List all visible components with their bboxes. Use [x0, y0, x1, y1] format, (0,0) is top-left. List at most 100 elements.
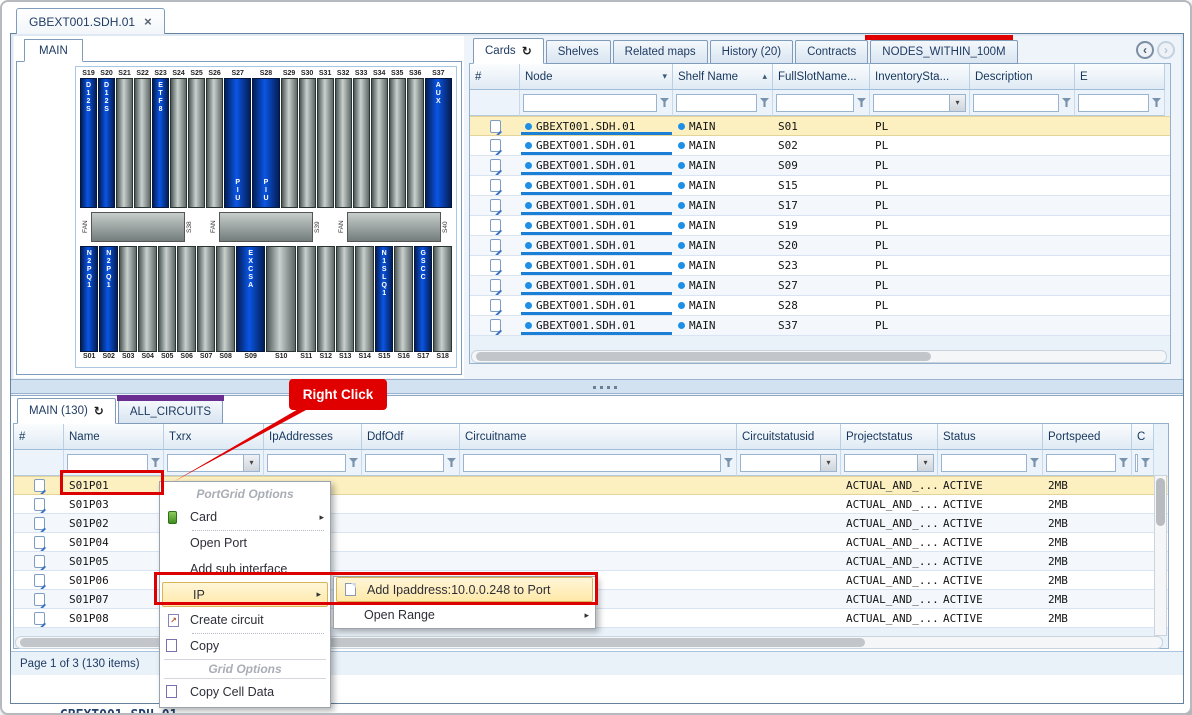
menu-item-card[interactable]: Card ▸ [160, 504, 330, 531]
cards-grid-row[interactable]: GBEXT001.SDH.01 MAIN S19 PL [470, 216, 1170, 236]
menu-item-add-sub-interface[interactable]: Add sub interface [160, 556, 330, 582]
cell-status[interactable]: ACTIVE [938, 609, 1043, 627]
cell-shelf-name[interactable]: MAIN [673, 176, 773, 195]
column-header-circuitname[interactable]: Circuitname [460, 424, 737, 450]
tab-nodes-within-100m[interactable]: NODES_WITHIN_100M [865, 35, 1018, 64]
cell-node[interactable]: GBEXT001.SDH.01 [520, 256, 673, 275]
cell-portspeed[interactable]: 2MB [1043, 495, 1132, 513]
cell-circuitstatusid[interactable] [737, 514, 841, 532]
edit-document-icon[interactable] [489, 179, 501, 192]
tab-main-shelf[interactable]: MAIN [24, 39, 83, 62]
cell-extra[interactable] [1132, 495, 1154, 513]
card-s07[interactable] [196, 246, 216, 352]
edit-document-icon[interactable] [33, 573, 45, 587]
cards-grid-row[interactable]: GBEXT001.SDH.01 MAIN S28 PL [470, 296, 1170, 316]
cell-circuitstatusid[interactable] [737, 495, 841, 513]
cell-name[interactable]: S01P02 [64, 514, 164, 532]
cell-circuitname[interactable] [460, 552, 737, 570]
card-s27[interactable]: P I U [224, 78, 252, 208]
column-header-txrx[interactable]: Txrx [164, 424, 264, 450]
card-s22[interactable] [134, 78, 152, 208]
cards-grid-row[interactable]: GBEXT001.SDH.01 MAIN S02 PL [470, 136, 1170, 156]
cell-projectstatus[interactable]: ACTUAL_AND_... [841, 590, 938, 608]
cell-node[interactable]: GBEXT001.SDH.01 [520, 156, 673, 175]
cell-ddfodf[interactable] [362, 495, 460, 513]
horizontal-splitter[interactable] [11, 379, 1183, 394]
cards-grid-row[interactable]: GBEXT001.SDH.01 MAIN S15 PL [470, 176, 1170, 196]
card-s20[interactable]: D 1 2 S [98, 78, 116, 208]
cell-description[interactable] [970, 216, 1075, 235]
cell-circuitname[interactable] [460, 533, 737, 551]
cell-ddfodf[interactable] [362, 552, 460, 570]
filter-input[interactable] [1078, 93, 1149, 112]
column-header-description[interactable]: Description [970, 64, 1075, 90]
cell-projectstatus[interactable]: ACTUAL_AND_... [841, 477, 938, 494]
cell-inventorystatus[interactable]: PL [870, 236, 970, 255]
cell-extrainfo[interactable] [1075, 236, 1165, 255]
filter-funnel-icon[interactable] [349, 458, 358, 467]
card-s05[interactable] [157, 246, 177, 352]
edit-document-icon[interactable] [489, 259, 501, 272]
edit-document-icon[interactable] [489, 199, 501, 212]
filter-input[interactable] [776, 93, 854, 112]
ports-grid-vscroll-thumb[interactable] [1156, 478, 1165, 526]
cell-description[interactable] [970, 316, 1075, 335]
ports-grid-hscroll-thumb[interactable] [20, 638, 865, 647]
cards-grid-hscroll-thumb[interactable] [476, 352, 931, 361]
cell-portspeed[interactable]: 2MB [1043, 571, 1132, 589]
filter-input[interactable] [365, 453, 444, 472]
cell-status[interactable]: ACTIVE [938, 552, 1043, 570]
cell-portspeed[interactable]: 2MB [1043, 514, 1132, 532]
refresh-icon[interactable]: ↻ [522, 45, 532, 57]
cell-description[interactable] [970, 176, 1075, 195]
edit-document-icon[interactable] [33, 497, 45, 511]
cell-extrainfo[interactable] [1075, 256, 1165, 275]
cards-grid-row[interactable]: GBEXT001.SDH.01 MAIN S17 PL [470, 196, 1170, 216]
cell-shelf-name[interactable]: MAIN [673, 196, 773, 215]
tab-main-130[interactable]: MAIN (130) ↻ [17, 398, 116, 424]
filter-funnel-icon[interactable] [1152, 98, 1161, 107]
cell-inventorystatus[interactable]: PL [870, 156, 970, 175]
cell-projectstatus[interactable]: ACTUAL_AND_... [841, 609, 938, 627]
cell-inventorystatus[interactable]: PL [870, 256, 970, 275]
filter-input[interactable] [941, 453, 1027, 472]
cards-grid-hscrollbar[interactable] [471, 350, 1167, 363]
cell-description[interactable] [970, 156, 1075, 175]
cell-projectstatus[interactable]: ACTUAL_AND_... [841, 533, 938, 551]
tab-history-20[interactable]: History (20) [709, 40, 794, 64]
cell-description[interactable] [970, 256, 1075, 275]
cell-ddfodf[interactable] [362, 477, 460, 494]
card-s11[interactable] [297, 246, 316, 352]
filter-dropdown[interactable]: ▾ [873, 93, 966, 112]
filter-funnel-icon[interactable] [1119, 458, 1128, 467]
column-header-circuitstatusid[interactable]: Circuitstatusid [737, 424, 841, 450]
cell-extrainfo[interactable] [1075, 196, 1165, 215]
cell-extra[interactable] [1132, 514, 1154, 532]
cell-description[interactable] [970, 236, 1075, 255]
card-s06[interactable] [177, 246, 196, 352]
card-s34[interactable] [370, 78, 388, 208]
cell-extra[interactable] [1132, 552, 1154, 570]
tab-shelves[interactable]: Shelves [545, 40, 611, 64]
edit-document-icon[interactable] [33, 535, 45, 549]
cell-node[interactable]: GBEXT001.SDH.01 [520, 136, 673, 155]
cell-status[interactable]: ACTIVE [938, 495, 1043, 513]
cell-inventorystatus[interactable]: PL [870, 117, 970, 135]
scroll-tabs-right-button[interactable]: › [1157, 41, 1175, 59]
cell-extra[interactable] [1132, 571, 1154, 589]
dropdown-arrow-icon[interactable]: ▾ [820, 454, 836, 471]
cell-extrainfo[interactable] [1075, 296, 1165, 315]
column-header-name[interactable]: Name [64, 424, 164, 450]
column-header-fullslotname[interactable]: FullSlotName... [773, 64, 870, 90]
cell-description[interactable] [970, 196, 1075, 215]
cell-circuitstatusid[interactable] [737, 590, 841, 608]
cell-extra[interactable] [1132, 609, 1154, 627]
card-s10[interactable] [266, 246, 297, 352]
menu-item-create-circuit[interactable]: ↗ Create circuit [160, 607, 330, 634]
filter-funnel-icon[interactable] [660, 98, 669, 107]
card-s36[interactable] [406, 78, 424, 208]
cell-node[interactable]: GBEXT001.SDH.01 [520, 316, 673, 335]
dropdown-arrow-icon[interactable]: ▾ [949, 94, 965, 111]
column-header-projectstatus[interactable]: Projectstatus [841, 424, 938, 450]
card-s02[interactable]: N 2 P Q 1 [99, 246, 118, 352]
